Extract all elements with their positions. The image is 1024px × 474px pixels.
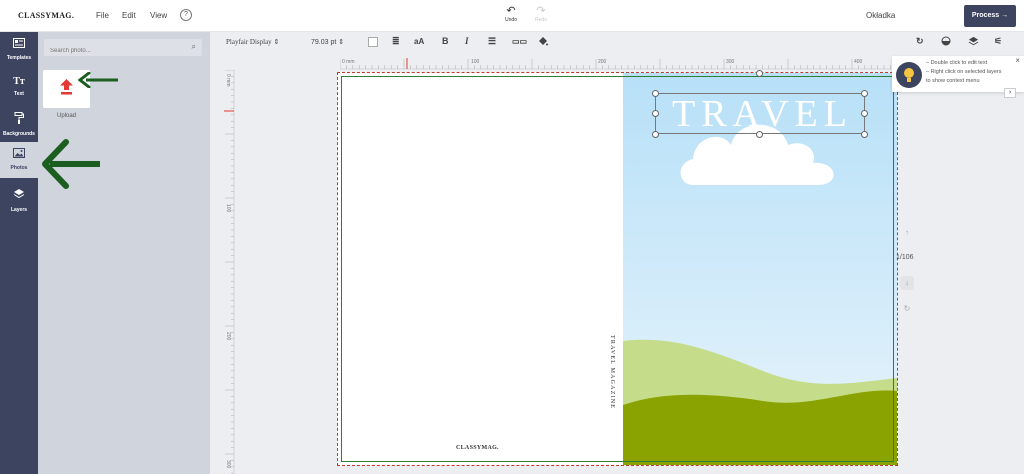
ruler-label: 200 (598, 59, 607, 65)
process-button[interactable]: Process → (964, 5, 1016, 27)
selection-box[interactable] (655, 93, 865, 134)
close-icon[interactable]: × (1015, 56, 1020, 65)
photo-icon (0, 148, 38, 162)
upload-icon (60, 79, 73, 95)
resize-handle[interactable] (652, 110, 659, 117)
chevron-right-icon[interactable]: › (1004, 88, 1016, 98)
opacity-icon[interactable] (941, 36, 951, 48)
search-icon[interactable]: ⌕ (192, 42, 196, 52)
font-size-value: 79.03 (311, 39, 329, 46)
sidebar-item-label: Backgrounds (3, 131, 35, 137)
top-bar: CLASSYMAG. File Edit View ? ↶ Undo ↷ Red… (0, 0, 1024, 32)
line-spacing-icon[interactable]: ☰ (488, 36, 496, 47)
redo-button[interactable]: ↷ Redo (530, 5, 552, 24)
case-toggle[interactable]: aA (414, 37, 424, 46)
lightbulb-icon (896, 62, 922, 88)
undo-button[interactable]: ↶ Undo (500, 5, 522, 24)
resize-handle[interactable] (756, 131, 763, 138)
ruler-label: 0 mm (225, 74, 231, 87)
hint-line: – Double click to edit text (926, 60, 988, 66)
sidebar-item-backgrounds[interactable]: Backgrounds (0, 112, 38, 137)
resize-handle[interactable] (652, 90, 659, 97)
undo-icon: ↶ (506, 5, 516, 17)
help-icon[interactable]: ? (180, 9, 192, 21)
document-name[interactable]: Okładka (866, 11, 895, 20)
sort-icon: ⇕ (338, 39, 345, 46)
redo-label: Redo (535, 17, 547, 23)
photos-panel: ⌕ Upload (38, 32, 210, 474)
resize-handle[interactable] (861, 110, 868, 117)
redo-icon: ↷ (536, 5, 546, 17)
annotation-arrow-upload (78, 72, 118, 88)
letter-spacing-icon[interactable]: ▭▭ (512, 37, 527, 46)
text-icon: Tт (13, 76, 25, 87)
sidebar-item-photos[interactable]: Photos (0, 142, 38, 178)
ruler-left: 0 mm 100 200 300 (224, 70, 235, 474)
sidebar-item-layers[interactable]: Layers (0, 188, 38, 213)
undo-label: Undo (505, 17, 517, 23)
ruler-label: 100 (471, 59, 480, 65)
paint-roller-icon (0, 112, 38, 128)
ruler-label: 400 (854, 59, 863, 65)
sidebar-item-templates[interactable]: Templates (0, 38, 38, 61)
sort-icon: ⇕ (273, 38, 280, 46)
ruler-label: 300 (225, 460, 231, 469)
ruler-label: 0 mm (342, 59, 355, 65)
layers-icon (0, 188, 38, 204)
italic-button[interactable]: I (465, 36, 469, 46)
rotate-handle[interactable] (756, 70, 763, 77)
sidebar-item-label: Layers (10, 207, 28, 213)
page-down-button[interactable]: ↓ (900, 276, 914, 290)
menu-edit[interactable]: Edit (122, 11, 136, 20)
align-icon[interactable]: ≣ (392, 36, 400, 47)
templates-icon (0, 38, 38, 52)
page-indicator: 1/106 (896, 254, 914, 261)
process-label: Process (971, 12, 1000, 19)
app-logo[interactable]: CLASSYMAG. (18, 11, 74, 20)
back-cover-logo[interactable]: CLASSYMAG. (456, 445, 499, 451)
font-name: Playfair Display (226, 38, 272, 46)
hint-line: to show context menu (926, 78, 980, 84)
search-box: ⌕ (44, 39, 202, 60)
resize-handle[interactable] (652, 131, 659, 138)
ruler-top: 0 mm 100 200 300 400 (340, 58, 892, 70)
resize-handle[interactable] (861, 90, 868, 97)
font-family-select[interactable]: Playfair Display ⇕ (226, 38, 279, 46)
ruler-label: 300 (726, 59, 735, 65)
sidebar-item-label: Photos (10, 165, 28, 171)
menu-file[interactable]: File (96, 11, 109, 20)
sidebar-item-text[interactable]: Tт Text (0, 76, 38, 97)
spine-text[interactable]: TRAVEL MAGAZINE (609, 335, 615, 409)
search-input[interactable] (44, 42, 184, 60)
hint-tooltip: – Double click to edit text – Right clic… (892, 56, 1024, 92)
page-up-button[interactable]: ↑ (900, 226, 914, 240)
paint-bucket-icon[interactable] (538, 36, 548, 48)
arrow-right-icon: → (1001, 12, 1009, 19)
text-color-swatch[interactable] (368, 37, 378, 47)
resize-handle[interactable] (861, 131, 868, 138)
font-size-field[interactable]: 79.03 pt ⇕ (311, 38, 344, 46)
sidebar-item-label: Text (14, 91, 24, 97)
refresh-icon[interactable]: ↻ (900, 302, 914, 316)
hint-line: – Right click on selected layers (926, 69, 1002, 75)
ruler-label: 200 (225, 332, 231, 341)
settings-sliders-icon[interactable]: ⚟ (994, 36, 1002, 47)
sidebar-item-label: Templates (6, 55, 32, 61)
bold-button[interactable]: B (442, 36, 449, 46)
menu-view[interactable]: View (150, 11, 167, 20)
font-size-unit: pt (330, 39, 337, 46)
ruler-label: 100 (225, 204, 231, 213)
layers-order-icon[interactable] (968, 36, 979, 49)
left-rail: Templates Tт Text Backgrounds Photos Lay… (0, 32, 38, 474)
upload-label: Upload (56, 113, 76, 119)
text-toolbar: Playfair Display ⇕ 79.03 pt ⇕ ≣ aA B I ☰… (210, 32, 1024, 54)
rotate-icon[interactable]: ↻ (916, 36, 924, 47)
annotation-arrow-photos (42, 139, 100, 189)
